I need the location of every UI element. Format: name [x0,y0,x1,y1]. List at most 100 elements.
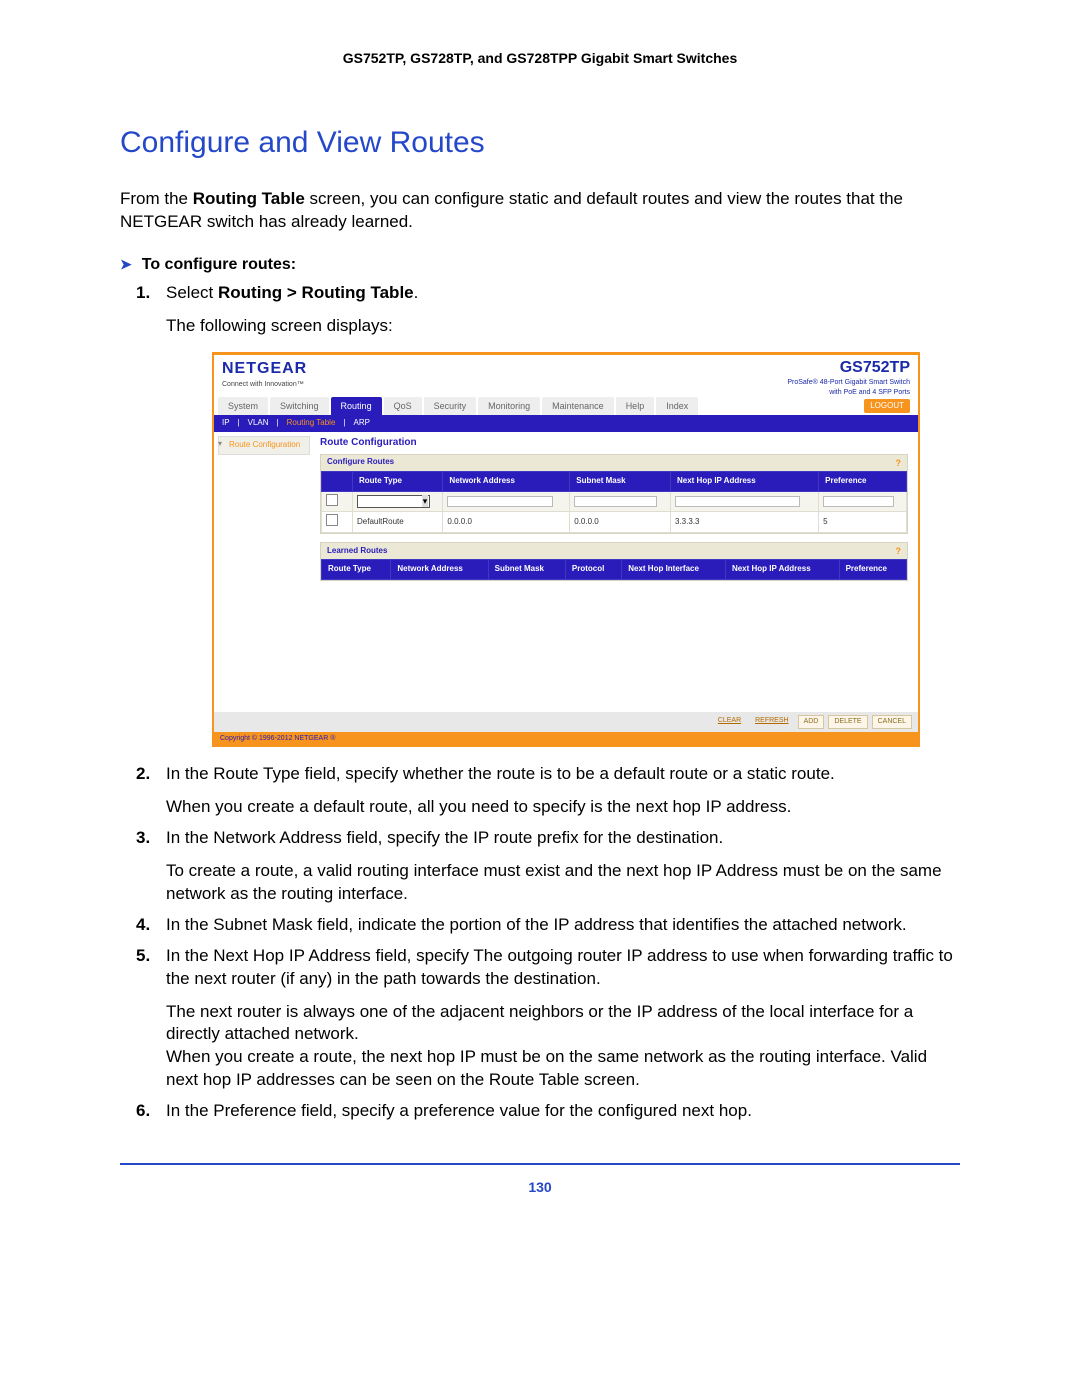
clear-button[interactable]: CLEAR [713,715,746,728]
tab-monitoring[interactable]: Monitoring [478,397,540,415]
row-checkbox[interactable] [326,514,338,526]
cell-preference: 5 [819,512,907,533]
configure-routes-panel: Configure Routes ? Route Type Network Ad… [320,454,908,535]
step-5: In the Next Hop IP Address field, specif… [120,945,960,1093]
netgear-tagline: Connect with Innovation™ [222,380,307,389]
help-icon[interactable]: ? [896,545,902,557]
lr-col-protocol: Protocol [565,560,621,580]
col-checkbox [322,471,353,491]
lr-col-subnet-mask: Subnet Mask [488,560,565,580]
network-address-input[interactable] [447,496,553,507]
tab-qos[interactable]: QoS [384,397,422,415]
learned-routes-table: Route Type Network Address Subnet Mask P… [321,559,907,580]
step2-after: When you create a default route, all you… [166,796,960,819]
delete-button[interactable]: DELETE [828,715,867,728]
sidebar-item-label: Route Configuration [223,440,300,449]
screenshot-wrapper: NETGEAR Connect with Innovation™ GS752TP… [212,352,960,747]
sub-nav-bar: IP | VLAN | Routing Table | ARP [214,415,918,432]
cell-route-type: DefaultRoute [353,512,443,533]
model-sub2: with PoE and 4 SFP Ports [787,388,910,397]
page-number: 130 [120,1179,960,1195]
cell-network-address: 0.0.0.0 [443,512,570,533]
col-route-type: Route Type [353,471,443,491]
cancel-button[interactable]: CANCEL [872,715,912,728]
model-name: GS752TP [840,359,910,376]
step6-text: In the Preference field, specify a prefe… [166,1101,752,1120]
tab-maintenance[interactable]: Maintenance [542,397,614,415]
step3-after: To create a route, a valid routing inter… [166,860,960,906]
next-hop-ip-input[interactable] [675,496,800,507]
subnav-ip[interactable]: IP [222,418,230,429]
chevron-right-icon: ➤ [120,256,132,273]
refresh-button[interactable]: REFRESH [750,715,793,728]
tab-security[interactable]: Security [424,397,477,415]
logout-button[interactable]: LOGOUT [864,399,910,414]
tab-help[interactable]: Help [616,397,655,415]
learned-routes-header: Learned Routes ? [321,543,907,559]
main-tabs: System Switching Routing QoS Security Mo… [214,397,918,415]
lr-col-preference: Preference [839,560,906,580]
intro-prefix: From the [120,189,193,208]
ss-body: ▾ Route Configuration Route Configuratio… [214,432,918,712]
step-3: In the Network Address field, specify th… [120,827,960,906]
lr-col-network-address: Network Address [391,560,488,580]
configure-routes-title: Configure Routes [327,457,394,468]
tab-switching[interactable]: Switching [270,397,329,415]
tab-routing[interactable]: Routing [331,397,382,415]
step-4: In the Subnet Mask field, indicate the p… [120,914,960,937]
step1-prefix: Select [166,283,218,302]
col-preference: Preference [819,471,907,491]
ss-copyright: Copyright © 1996-2012 NETGEAR ® [214,732,918,745]
step5-after2: When you create a route, the next hop IP… [166,1046,960,1092]
footer-divider [120,1163,960,1165]
sidebar: ▾ Route Configuration [214,432,314,712]
lr-col-route-type: Route Type [322,560,391,580]
input-row [322,491,907,512]
router-screenshot: NETGEAR Connect with Innovation™ GS752TP… [212,352,920,747]
collapse-icon: ▾ [218,439,222,450]
steps-list: Select Routing > Routing Table. The foll… [120,282,960,1123]
step2-text: In the Route Type field, specify whether… [166,764,835,783]
panel-main-title: Route Configuration [320,436,908,450]
step-1: Select Routing > Routing Table. The foll… [120,282,960,747]
col-next-hop-ip: Next Hop IP Address [670,471,818,491]
step1-suffix: . [414,283,419,302]
subnav-vlan[interactable]: VLAN [248,418,269,429]
step-6: In the Preference field, specify a prefe… [120,1100,960,1123]
ss-action-footer: CLEAR REFRESH ADD DELETE CANCEL [214,712,918,731]
intro-paragraph: From the Routing Table screen, you can c… [120,188,960,234]
step5-after1: The next router is always one of the adj… [166,1001,960,1047]
lr-col-next-hop-interface: Next Hop Interface [622,560,726,580]
lr-col-next-hop-ip: Next Hop IP Address [725,560,839,580]
step-2: In the Route Type field, specify whether… [120,763,960,819]
subnav-arp[interactable]: ARP [353,418,369,429]
section-title: Configure and View Routes [120,126,960,160]
step4-text: In the Subnet Mask field, indicate the p… [166,915,907,934]
route-type-select[interactable] [357,495,430,508]
configure-routes-table: Route Type Network Address Subnet Mask N… [321,471,907,533]
step1-bold: Routing > Routing Table [218,283,414,302]
intro-bold: Routing Table [193,189,305,208]
tab-system[interactable]: System [218,397,268,415]
data-row: DefaultRoute 0.0.0.0 0.0.0.0 3.3.3.3 5 [322,512,907,533]
sidebar-item-route-config[interactable]: ▾ Route Configuration [218,436,310,455]
select-all-checkbox[interactable] [326,494,338,506]
subnet-mask-input[interactable] [574,496,657,507]
model-block: GS752TP ProSafe® 48-Port Gigabit Smart S… [787,357,910,397]
tab-index[interactable]: Index [656,397,698,415]
step3-text: In the Network Address field, specify th… [166,828,723,847]
cell-subnet-mask: 0.0.0.0 [570,512,671,533]
learned-routes-panel: Learned Routes ? Route Type Network Addr… [320,542,908,581]
step1-after: The following screen displays: [166,315,960,338]
to-configure-routes-heading: ➤ To configure routes: [120,256,960,274]
ss-header: NETGEAR Connect with Innovation™ GS752TP… [214,355,918,397]
cell-next-hop-ip: 3.3.3.3 [670,512,818,533]
learned-routes-title: Learned Routes [327,546,387,557]
preference-input[interactable] [823,496,894,507]
configure-routes-header: Configure Routes ? [321,455,907,471]
subnav-routing-table[interactable]: Routing Table [287,418,336,429]
step5-text: In the Next Hop IP Address field, specif… [166,946,953,988]
ss-logo-block: NETGEAR Connect with Innovation™ [222,357,307,389]
help-icon[interactable]: ? [896,457,902,469]
add-button[interactable]: ADD [798,715,825,728]
